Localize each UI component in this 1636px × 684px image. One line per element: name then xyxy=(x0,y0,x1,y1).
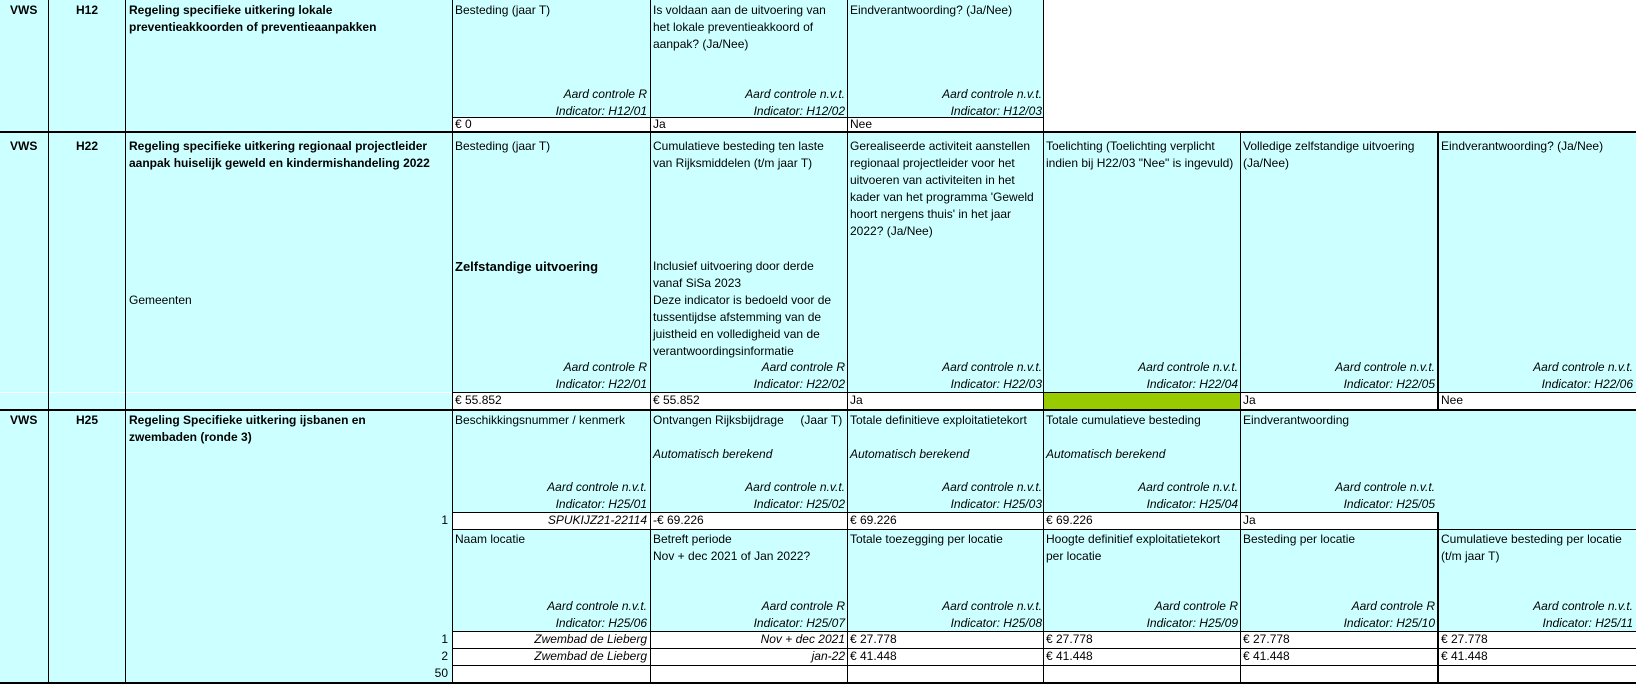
h12-01-footer: Aard controle R Indicator: H12/01 xyxy=(555,87,647,118)
cell-h22-05[interactable] xyxy=(1241,392,1438,409)
table-row-periode[interactable]: jan-22 xyxy=(653,648,845,665)
cell-h22-03[interactable] xyxy=(848,392,1044,409)
h25-03-auto: Automatisch berekend xyxy=(850,447,970,461)
table-row-toezegging[interactable]: € 27.778 xyxy=(850,631,897,648)
table-row-toezegging[interactable]: € 41.448 xyxy=(850,648,897,665)
h22-01-value[interactable]: € 55.852 xyxy=(455,392,502,409)
h25-04-header: Totale cumulatieve besteding xyxy=(1046,413,1201,427)
h25-09-footer: Aard controle R Indicator: H25/09 xyxy=(1146,599,1238,630)
h25-02-footer: Aard controle n.v.t. Indicator: H25/02 xyxy=(745,480,845,511)
h25-top-row-number: 1 xyxy=(441,513,448,527)
h22-01-sub: Zelfstandige uitvoering xyxy=(455,259,599,274)
h25-code: H25 xyxy=(76,413,99,427)
h22-06-header: Eindverantwoording? (Ja/Nee) xyxy=(1441,139,1604,153)
h12-02-value[interactable]: Ja xyxy=(653,117,666,132)
table-row-besteding[interactable]: € 27.778 xyxy=(1243,631,1290,648)
h22-03-header: Gerealiseerde activiteit aanstellen regi… xyxy=(850,139,1034,238)
h25-05-value[interactable]: Ja xyxy=(1243,512,1256,529)
h12-02-header: Is voldaan aan de uitvoering van het lok… xyxy=(653,3,826,51)
h25-03-value[interactable]: € 69.226 xyxy=(850,512,897,529)
h25-11-footer: Aard controle n.v.t. Indicator: H25/11 xyxy=(1533,599,1633,630)
h22-ministry: VWS xyxy=(10,139,38,153)
h22-05-value[interactable]: Ja xyxy=(1243,392,1256,409)
h25-07-header: Betreft periode Nov + dec 2021 of Jan 20… xyxy=(653,532,811,563)
h22-04-footer: Aard controle n.v.t. Indicator: H22/04 xyxy=(1138,360,1238,391)
h22-05-footer: Aard controle n.v.t. Indicator: H22/05 xyxy=(1335,360,1435,391)
h22-04-header: Toelichting (Toelichting verplicht indie… xyxy=(1046,139,1234,170)
h22-recipient: Gemeenten xyxy=(129,293,192,307)
h22-code: H22 xyxy=(76,139,99,153)
table-row-tekort[interactable]: € 41.448 xyxy=(1046,648,1093,665)
table-row-periode[interactable]: Nov + dec 2021 xyxy=(653,631,845,648)
h25-title: Regeling Specifieke uitkering ijsbanen e… xyxy=(129,413,366,444)
table-row-cumulatief[interactable]: € 27.778 xyxy=(1441,631,1488,648)
h25-02-header: Ontvangen Rijksbijdrage (Jaar T) xyxy=(653,413,843,427)
h22-06-footer: Aard controle n.v.t. Indicator: H22/06 xyxy=(1533,360,1633,391)
h12-01-header: Besteding (jaar T) xyxy=(455,3,551,17)
h25-06-footer: Aard controle n.v.t. Indicator: H25/06 xyxy=(547,599,647,630)
h25-03-header: Totale definitieve exploitatietekort xyxy=(850,413,1027,427)
h25-10-footer: Aard controle R Indicator: H25/10 xyxy=(1343,599,1435,630)
h25-08-header: Totale toezegging per locatie xyxy=(850,532,1003,546)
h25-01-header: Beschikkingsnummer / kenmerk xyxy=(455,413,626,427)
h12-03-value[interactable]: Nee xyxy=(850,117,872,132)
h12-03-footer: Aard controle n.v.t. Indicator: H12/03 xyxy=(942,87,1042,118)
cell-h22-06[interactable] xyxy=(1438,392,1636,409)
h25-04-footer: Aard controle n.v.t. Indicator: H25/04 xyxy=(1138,480,1238,511)
h12-ministry: VWS xyxy=(10,3,38,17)
h22-02-note: Inclusief uitvoering door derde vanaf Si… xyxy=(653,259,832,358)
h22-05-header: Volledige zelfstandige uitvoering (Ja/Ne… xyxy=(1243,139,1415,170)
h22-02-value[interactable]: € 55.852 xyxy=(653,392,700,409)
table-row-number: 50 xyxy=(434,666,448,680)
table-row-besteding[interactable]: € 41.448 xyxy=(1243,648,1290,665)
h25-01-value[interactable]: SPUKIJZ21-22114 xyxy=(455,512,647,529)
h12-title: Regeling specifieke uitkering lokale pre… xyxy=(129,3,377,34)
table-row-tekort[interactable]: € 27.778 xyxy=(1046,631,1093,648)
h25-05-header: Eindverantwoording xyxy=(1243,413,1350,427)
h22-01-footer: Aard controle R Indicator: H22/01 xyxy=(555,360,647,391)
h22-06-value[interactable]: Nee xyxy=(1441,392,1463,409)
table-row-number: 1 xyxy=(441,632,448,646)
cell-h25-05[interactable] xyxy=(1241,512,1438,529)
h25-10-header: Besteding per locatie xyxy=(1243,532,1356,546)
h25-06-header: Naam locatie xyxy=(455,532,526,546)
h22-02-header: Cumulatieve besteding ten laste van Rijk… xyxy=(653,139,824,170)
h25-04-auto: Automatisch berekend xyxy=(1046,447,1166,461)
h25-03-footer: Aard controle n.v.t. Indicator: H25/03 xyxy=(942,480,1042,511)
h12-01-value[interactable]: € 0 xyxy=(455,117,472,132)
h12-02-footer: Aard controle n.v.t. Indicator: H12/02 xyxy=(745,87,845,118)
table-row-locatie[interactable]: Zwembad de Lieberg xyxy=(455,631,647,648)
h22-title: Regeling specifieke uitkering regionaal … xyxy=(129,139,430,170)
h25-11-header: Cumulatieve besteding per locatie (t/m j… xyxy=(1441,532,1622,563)
h25-ministry: VWS xyxy=(10,413,38,427)
h25-01-footer: Aard controle n.v.t. Indicator: H25/01 xyxy=(547,480,647,511)
h12-03-header: Eindverantwoording? (Ja/Nee) xyxy=(850,3,1013,17)
h25-09-header: Hoogte definitief exploitatietekort per … xyxy=(1046,532,1221,563)
h22-03-footer: Aard controle n.v.t. Indicator: H22/03 xyxy=(942,360,1042,391)
h25-08-footer: Aard controle n.v.t. Indicator: H25/08 xyxy=(942,599,1042,630)
h22-02-footer: Aard controle R Indicator: H22/02 xyxy=(753,360,845,391)
table-row-number: 2 xyxy=(441,649,448,663)
h25-05-footer: Aard controle n.v.t. Indicator: H25/05 xyxy=(1335,480,1435,511)
h25-04-value[interactable]: € 69.226 xyxy=(1046,512,1093,529)
h25-02-value[interactable]: -€ 69.226 xyxy=(653,512,704,529)
h12-code: H12 xyxy=(76,3,99,17)
cell-h22-04[interactable] xyxy=(1044,392,1241,409)
h22-03-value[interactable]: Ja xyxy=(850,392,863,409)
table-row-cumulatief[interactable]: € 41.448 xyxy=(1441,648,1488,665)
h25-07-footer: Aard controle R Indicator: H25/07 xyxy=(753,599,845,630)
table-row-locatie[interactable]: Zwembad de Lieberg xyxy=(455,648,647,665)
h22-01-header: Besteding (jaar T) xyxy=(455,139,551,153)
h25-02-auto: Automatisch berekend xyxy=(653,447,773,461)
